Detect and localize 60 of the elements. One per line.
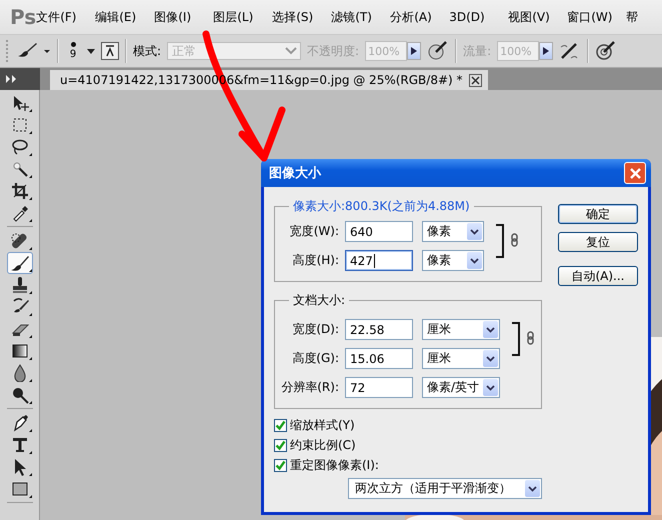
checkbox-label: 约束比例(C) xyxy=(290,437,356,454)
menu-item[interactable]: 分析(A) xyxy=(390,8,450,26)
menu-item[interactable]: 帮 xyxy=(626,8,662,26)
field-label: 高度(G): xyxy=(291,350,339,367)
menu-item[interactable]: 图像(I) xyxy=(154,8,214,26)
menu-item[interactable]: 图层(L) xyxy=(213,8,272,26)
menu-item[interactable]: 文件(F) xyxy=(36,8,96,26)
chevron-down-icon[interactable] xyxy=(486,356,495,362)
unit-dropdown[interactable]: 像素 xyxy=(422,221,484,242)
slider-arrow-button[interactable] xyxy=(539,42,554,60)
opacity-label: 不透明度: xyxy=(307,42,360,60)
chevron-down-icon[interactable] xyxy=(528,486,537,492)
chevron-down-icon[interactable] xyxy=(470,258,479,264)
menu-item[interactable]: 选择(S) xyxy=(272,8,332,26)
unit-dropdown[interactable]: 厘米 xyxy=(422,348,500,369)
close-icon[interactable] xyxy=(468,74,482,86)
input-field[interactable]: 427 xyxy=(345,250,413,271)
dialog-button[interactable]: 自动(A)... xyxy=(558,266,638,286)
unit-dropdown[interactable]: 像素 xyxy=(422,250,484,271)
play-icon[interactable] xyxy=(543,47,550,55)
menu-item[interactable]: 视图(V) xyxy=(508,8,568,26)
field-label: 分辨率(R): xyxy=(280,379,339,396)
close-button[interactable] xyxy=(624,162,646,184)
checkbox[interactable] xyxy=(274,419,287,432)
group-legend: 文档大小: xyxy=(289,292,350,309)
unit-dropdown[interactable]: 像素/英寸 xyxy=(422,377,500,398)
expand-panel-icon[interactable] xyxy=(0,68,40,90)
chevron-down-icon[interactable] xyxy=(486,326,495,332)
play-icon[interactable] xyxy=(411,47,418,55)
input-field[interactable]: 72 xyxy=(345,377,413,398)
input-field[interactable]: 640 xyxy=(345,221,413,242)
flow-label: 流量: xyxy=(463,42,492,60)
input-field[interactable]: 22.58 xyxy=(345,319,413,340)
menu-item[interactable]: 窗口(W) xyxy=(567,8,626,26)
menu-item[interactable]: 滤镜(T) xyxy=(331,8,390,26)
slider-arrow-button[interactable] xyxy=(407,42,422,60)
field-label: 宽度(D): xyxy=(291,321,339,338)
dialog-title: 图像大小 xyxy=(269,165,321,182)
target-icon[interactable] xyxy=(595,41,618,61)
menu-item[interactable]: 编辑(E) xyxy=(95,8,154,26)
chevron-down-icon[interactable] xyxy=(470,228,479,234)
checkbox[interactable] xyxy=(274,459,287,472)
brush-icon[interactable] xyxy=(6,252,32,274)
menu-item[interactable]: 3D(D) xyxy=(449,10,508,24)
field-label: 宽度(W): xyxy=(288,223,339,240)
checkbox-label: 重定图像像素(I): xyxy=(290,457,379,474)
mode-label: 模式: xyxy=(133,42,162,60)
dialog-button[interactable]: 复位 xyxy=(558,232,638,252)
chevron-down-icon[interactable] xyxy=(486,384,495,390)
brush-size-preview[interactable]: 9 xyxy=(65,42,81,60)
field-label: 高度(H): xyxy=(292,252,339,269)
dialog-button[interactable]: 确定 xyxy=(558,204,638,224)
checkbox[interactable] xyxy=(274,439,287,452)
app-logo: Ps xyxy=(9,5,36,29)
unit-dropdown[interactable]: 厘米 xyxy=(422,319,500,340)
checkbox-label: 缩放样式(Y) xyxy=(290,417,355,434)
input-field[interactable]: 15.06 xyxy=(345,348,413,369)
caret-icon[interactable] xyxy=(87,48,95,54)
group-legend: 像素大小:800.3K(之前为4.88M) xyxy=(289,198,474,215)
resample-method-dropdown[interactable]: 两次立方（适用于平滑渐变） xyxy=(348,478,542,499)
